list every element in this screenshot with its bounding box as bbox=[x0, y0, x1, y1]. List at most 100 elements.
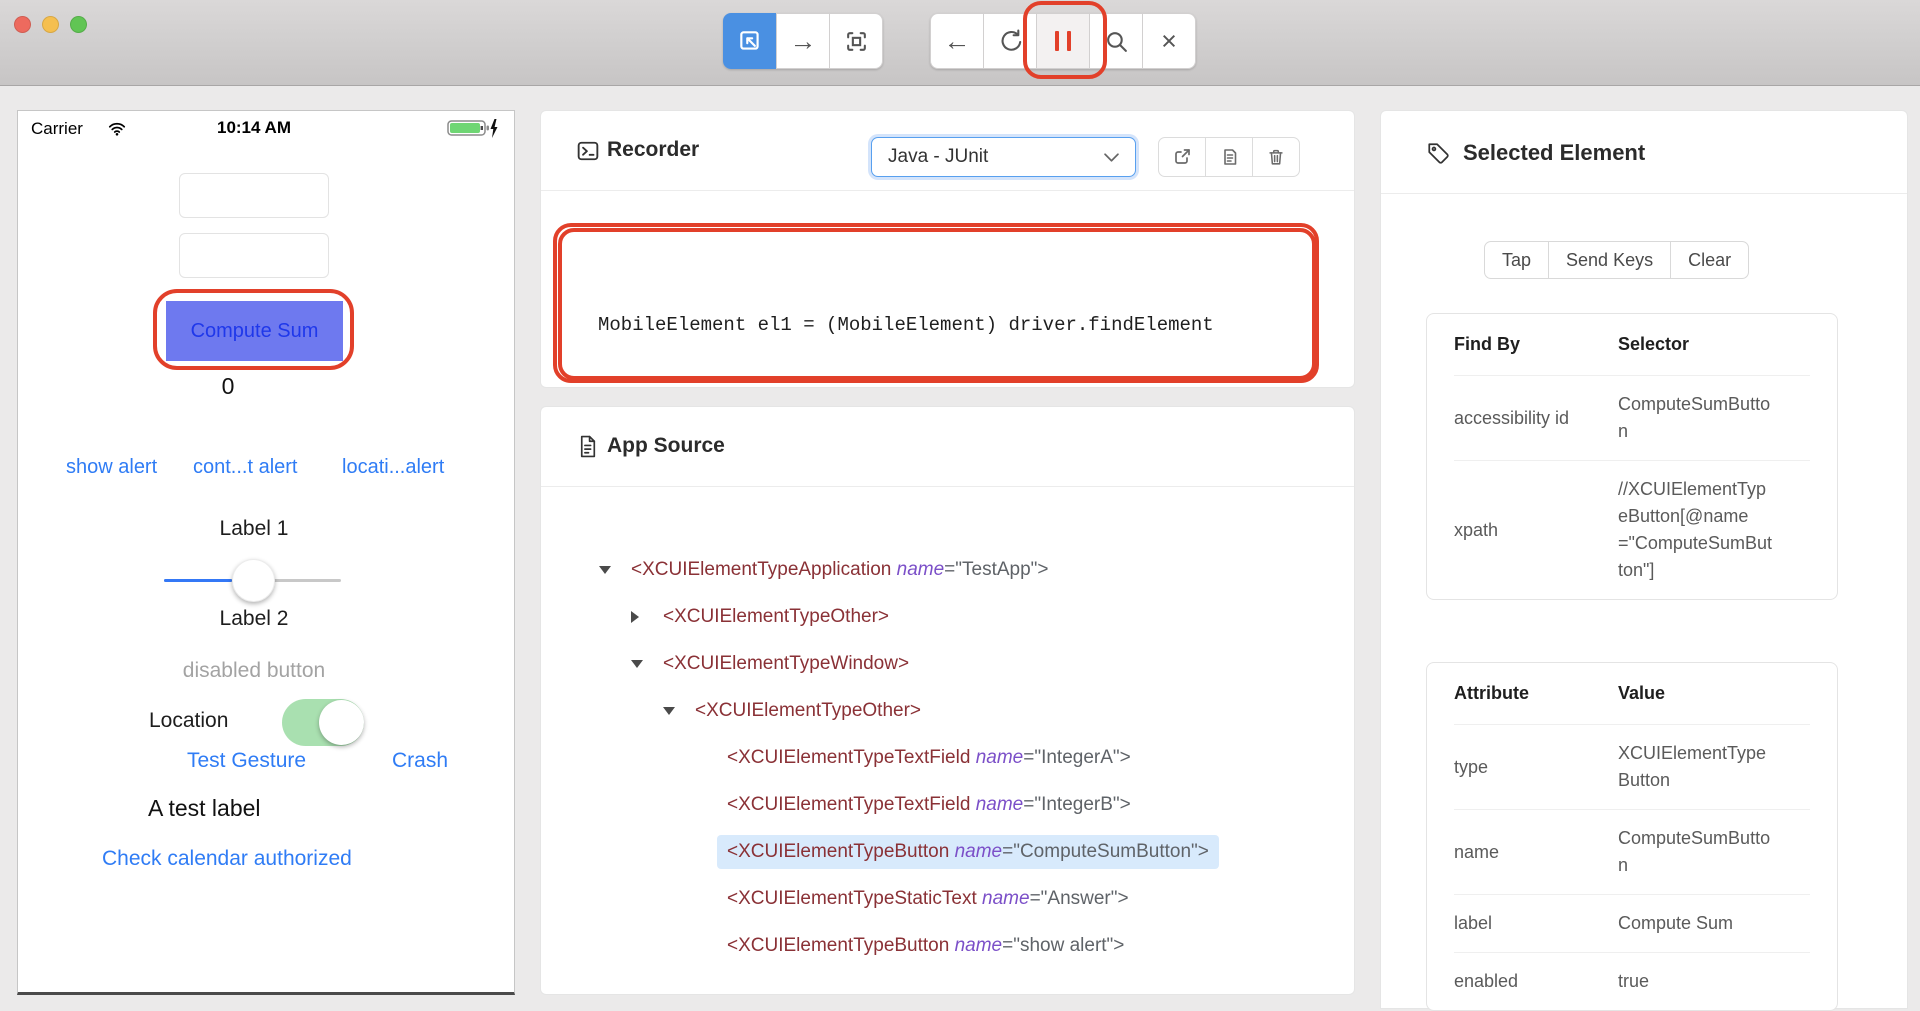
app-source-card: App Source <XCUIElementTypeApplication n… bbox=[540, 406, 1355, 995]
check-calendar-link[interactable]: Check calendar authorized bbox=[102, 847, 352, 871]
send-keys-button[interactable]: Send Keys bbox=[1548, 241, 1671, 279]
attribute-value: XCUIElementTypeButton bbox=[1618, 740, 1774, 794]
answer-label: 0 bbox=[213, 373, 243, 400]
tree-row-selected[interactable]: <XCUIElementTypeButton name="ComputeSumB… bbox=[541, 828, 1354, 875]
compute-sum-label: Compute Sum bbox=[191, 320, 319, 343]
disabled-button: disabled button bbox=[18, 659, 490, 683]
tree-row[interactable]: <XCUIElementTypeButton name="show alert"… bbox=[541, 922, 1354, 969]
find-by-key: accessibility id bbox=[1454, 405, 1618, 432]
attribute-value: true bbox=[1618, 968, 1774, 995]
location-alert-link[interactable]: locati...alert bbox=[342, 456, 444, 479]
label-1: Label 1 bbox=[18, 517, 490, 541]
traffic-light-close[interactable] bbox=[14, 16, 31, 33]
select-element-button[interactable] bbox=[723, 13, 777, 69]
tree-row[interactable]: <XCUIElementTypeOther> bbox=[541, 687, 1354, 734]
close-session-button[interactable]: × bbox=[1142, 13, 1196, 69]
test-gesture-link[interactable]: Test Gesture bbox=[187, 749, 306, 773]
recorder-title: Recorder bbox=[607, 138, 699, 162]
tree-row[interactable]: <XCUIElementTypeTextField name="IntegerB… bbox=[541, 781, 1354, 828]
copy-code-button[interactable] bbox=[1205, 137, 1253, 177]
contact-alert-link[interactable]: cont...t alert bbox=[193, 456, 298, 479]
search-icon bbox=[1104, 29, 1129, 54]
expander-down-icon[interactable] bbox=[599, 566, 631, 574]
find-by-header-row: Find By Selector bbox=[1454, 314, 1810, 375]
trash-icon bbox=[1266, 147, 1286, 167]
toggle-knob bbox=[319, 700, 364, 745]
code-line-1: MobileElement el1 = (MobileElement) driv… bbox=[598, 310, 1312, 341]
tap-frame-icon bbox=[844, 29, 869, 54]
find-by-value: //XCUIElementTypeButton[@name="ComputeSu… bbox=[1618, 476, 1774, 584]
show-alert-link[interactable]: show alert bbox=[66, 456, 157, 479]
refresh-icon bbox=[998, 29, 1023, 54]
pause-recording-button[interactable] bbox=[1036, 13, 1090, 69]
select-element-icon bbox=[737, 28, 763, 54]
find-by-value: ComputeSumButton bbox=[1618, 391, 1774, 445]
attributes-table: Attribute Value type XCUIElementTypeButt… bbox=[1426, 662, 1838, 1011]
attribute-key: enabled bbox=[1454, 968, 1618, 995]
session-toolbar: ← × bbox=[930, 13, 1196, 69]
recorder-icon bbox=[577, 140, 599, 162]
location-label: Location bbox=[149, 709, 228, 733]
clear-element-button[interactable]: Clear bbox=[1670, 241, 1749, 279]
titlebar: → ← bbox=[0, 0, 1920, 86]
expander-down-icon[interactable] bbox=[631, 660, 663, 668]
slider-knob[interactable] bbox=[232, 559, 275, 602]
swipe-arrow-icon: → bbox=[790, 28, 817, 55]
element-action-buttons: Tap Send Keys Clear bbox=[1484, 241, 1749, 279]
app-source-title: App Source bbox=[607, 434, 725, 458]
selected-element-panel: Selected Element Tap Send Keys Clear Fin… bbox=[1380, 110, 1908, 1009]
selected-element-title: Selected Element bbox=[1463, 140, 1645, 166]
expander-right-icon[interactable] bbox=[631, 611, 663, 623]
find-by-header: Find By bbox=[1454, 331, 1618, 358]
refresh-button[interactable] bbox=[983, 13, 1037, 69]
table-row: enabled true bbox=[1454, 952, 1810, 1010]
close-icon: × bbox=[1161, 28, 1177, 55]
language-selected-value: Java - JUnit bbox=[888, 146, 988, 168]
tap-mode-button[interactable] bbox=[829, 13, 883, 69]
search-elements-button[interactable] bbox=[1089, 13, 1143, 69]
device-screenshot-panel: Carrier 10:14 AM Compute Sum 0 show aler… bbox=[17, 110, 515, 995]
language-select[interactable]: Java - JUnit bbox=[871, 137, 1136, 177]
attribute-key: label bbox=[1454, 910, 1618, 937]
export-code-button[interactable] bbox=[1158, 137, 1206, 177]
recorder-actions bbox=[1158, 137, 1300, 177]
document-icon bbox=[577, 435, 598, 458]
copy-document-icon bbox=[1219, 147, 1239, 167]
clear-recording-button[interactable] bbox=[1252, 137, 1300, 177]
traffic-light-minimize[interactable] bbox=[42, 16, 59, 33]
tree-row[interactable]: <XCUIElementTypeStaticText name="Answer"… bbox=[541, 875, 1354, 922]
selector-header: Selector bbox=[1618, 331, 1810, 358]
back-button[interactable]: ← bbox=[930, 13, 984, 69]
tree-row[interactable]: <XCUIElementTypeWindow> bbox=[541, 640, 1354, 687]
attributes-header-row: Attribute Value bbox=[1454, 663, 1810, 724]
export-icon bbox=[1172, 147, 1192, 167]
chevron-down-icon bbox=[1104, 153, 1119, 162]
back-arrow-icon: ← bbox=[944, 28, 971, 55]
tap-element-button[interactable]: Tap bbox=[1484, 241, 1549, 279]
swipe-mode-button[interactable]: → bbox=[776, 13, 830, 69]
tree-row[interactable]: <XCUIElementTypeOther> bbox=[541, 593, 1354, 640]
find-by-table: Find By Selector accessibility id Comput… bbox=[1426, 313, 1838, 600]
test-label: A test label bbox=[148, 795, 261, 822]
location-toggle[interactable] bbox=[282, 699, 364, 746]
traffic-light-zoom[interactable] bbox=[70, 16, 87, 33]
table-row: type XCUIElementTypeButton bbox=[1454, 724, 1810, 809]
integer-a-field[interactable] bbox=[179, 173, 329, 218]
table-row: accessibility id ComputeSumButton bbox=[1454, 375, 1810, 460]
attribute-value: ComputeSumButton bbox=[1618, 825, 1774, 879]
clock-label: 10:14 AM bbox=[18, 118, 490, 138]
value-header: Value bbox=[1618, 680, 1810, 707]
tree-row[interactable]: <XCUIElementTypeApplication name="TestAp… bbox=[541, 546, 1354, 593]
attribute-key: type bbox=[1454, 754, 1618, 781]
tree-row[interactable]: <XCUIElementTypeTextField name="IntegerA… bbox=[541, 734, 1354, 781]
recorded-code-block: MobileElement el1 = (MobileElement) driv… bbox=[558, 228, 1316, 380]
expander-down-icon[interactable] bbox=[663, 707, 695, 715]
table-row: label Compute Sum bbox=[1454, 894, 1810, 952]
slider-fill bbox=[164, 579, 232, 582]
crash-link[interactable]: Crash bbox=[392, 749, 448, 773]
app-source-header: App Source bbox=[541, 407, 1354, 487]
source-tree: <XCUIElementTypeApplication name="TestAp… bbox=[541, 546, 1354, 969]
compute-sum-button[interactable]: Compute Sum bbox=[166, 301, 343, 361]
table-row: name ComputeSumButton bbox=[1454, 809, 1810, 894]
integer-b-field[interactable] bbox=[179, 233, 329, 278]
